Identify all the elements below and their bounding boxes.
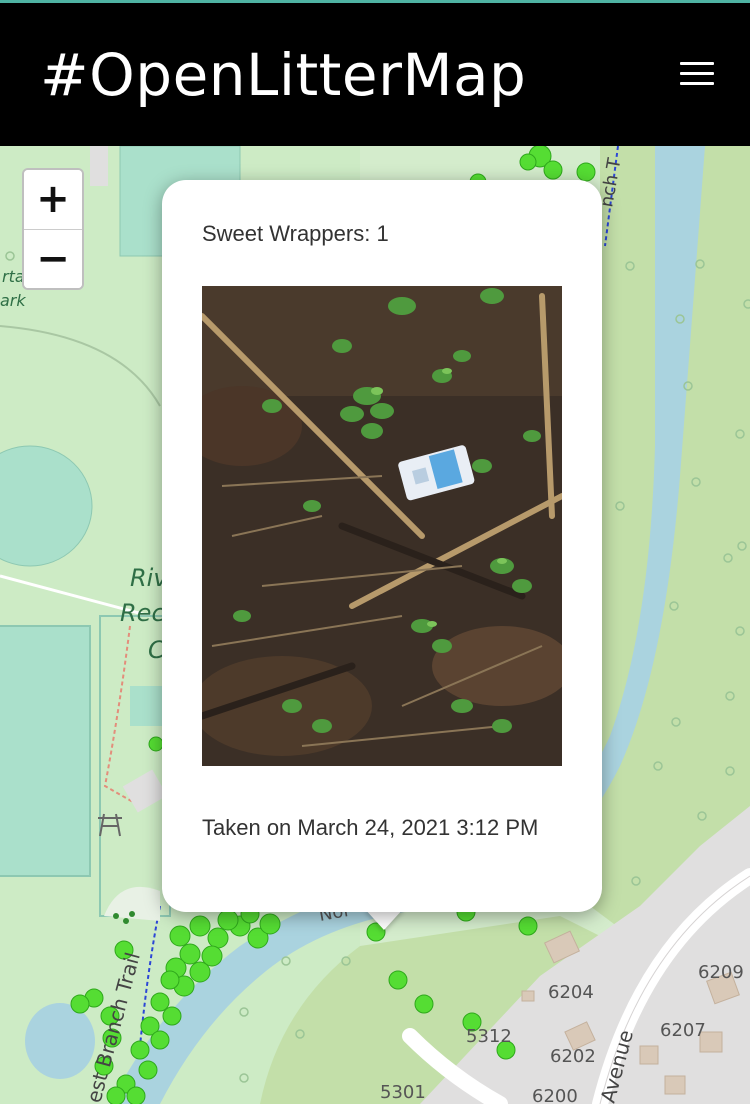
litter-photo[interactable] (202, 286, 562, 766)
house-number-6200: 6200 (532, 1086, 578, 1104)
house-number-6204: 6204 (548, 982, 594, 1003)
house-number-6207: 6207 (660, 1020, 706, 1041)
park-label-2: ark (0, 291, 26, 310)
brand-title[interactable]: #OpenLitterMap (40, 41, 526, 109)
litter-popup: Sweet Wrappers: 1 Taken on March 24, 202… (162, 180, 602, 912)
hamburger-menu-icon[interactable] (680, 60, 714, 88)
photo-timestamp: Taken on March 24, 2021 3:12 PM (202, 815, 539, 840)
house-number-6209: 6209 (698, 962, 744, 983)
app-header: #OpenLitterMap (0, 3, 750, 146)
litter-category-count: Sweet Wrappers: 1 (202, 221, 389, 246)
house-number-6202: 6202 (550, 1046, 596, 1067)
rec-label-2: Rec (120, 599, 165, 627)
zoom-out-button[interactable]: − (24, 230, 82, 288)
house-number-5312: 5312 (466, 1026, 512, 1047)
house-number-5301: 5301 (380, 1082, 426, 1103)
zoom-in-button[interactable]: + (24, 170, 82, 229)
zoom-control: + − (22, 168, 84, 290)
